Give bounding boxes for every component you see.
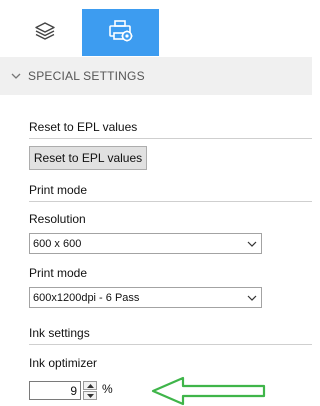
ink-optimizer-input[interactable]: [29, 381, 81, 400]
chevron-down-icon: [243, 234, 261, 253]
section-header-special-settings[interactable]: SPECIAL SETTINGS: [0, 57, 312, 95]
print-mode-group-label: Print mode: [29, 183, 88, 197]
resolution-label: Resolution: [29, 212, 86, 226]
print-mode-value: 600x1200dpi - 6 Pass: [33, 291, 140, 304]
divider: [29, 138, 312, 139]
resolution-value: 600 x 600: [33, 237, 82, 250]
tab-printer-settings[interactable]: [82, 9, 159, 56]
reset-label: Reset to EPL values: [29, 120, 138, 134]
divider: [29, 344, 312, 345]
printer-settings-icon: [108, 19, 134, 46]
chevron-down-icon: [243, 288, 261, 307]
print-mode-select[interactable]: 600x1200dpi - 6 Pass: [29, 287, 262, 308]
ink-optimizer-label: Ink optimizer: [29, 356, 98, 370]
reset-epl-button[interactable]: Reset to EPL values: [29, 146, 147, 170]
resolution-select[interactable]: 600 x 600: [29, 233, 262, 254]
ink-optimizer-spinner: [83, 381, 97, 400]
divider: [29, 201, 312, 202]
spin-up-button[interactable]: [83, 381, 97, 390]
ink-settings-label: Ink settings: [29, 326, 90, 340]
annotation-arrow-icon: [151, 376, 266, 406]
caret-down-icon: [86, 393, 94, 398]
section-title: SPECIAL SETTINGS: [28, 69, 145, 83]
tab-layers[interactable]: [12, 9, 78, 56]
ink-optimizer-unit: %: [102, 382, 113, 396]
spin-down-button[interactable]: [83, 391, 97, 400]
print-mode-label: Print mode: [29, 266, 88, 280]
tab-bar: [0, 0, 312, 56]
layers-icon: [34, 21, 56, 44]
caret-up-icon: [86, 383, 94, 388]
chevron-down-icon: [11, 73, 21, 79]
